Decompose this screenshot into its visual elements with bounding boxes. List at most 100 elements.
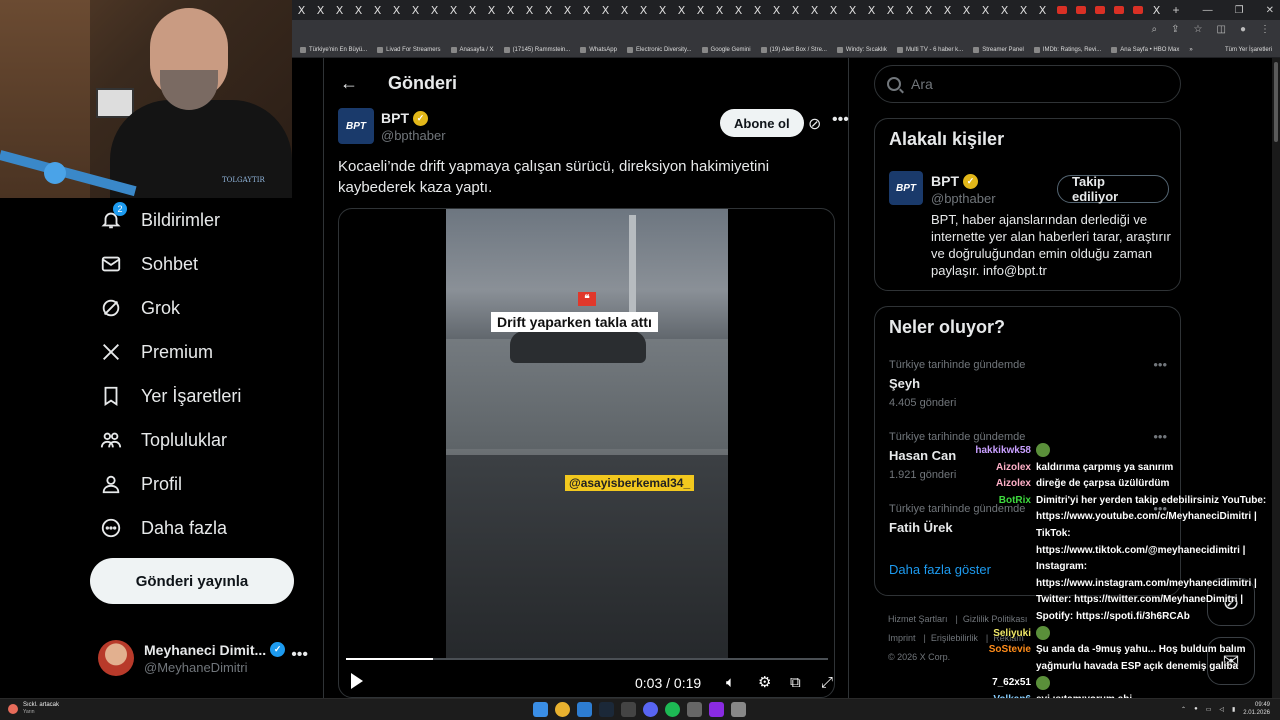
browser-tab[interactable]: X [596, 0, 615, 20]
pip-icon[interactable]: ⧉ [790, 673, 801, 691]
chrome-icon[interactable] [555, 702, 570, 717]
bookmark-item[interactable]: (19) Alert Box / Stre... [760, 46, 827, 53]
browser-tab[interactable]: X [881, 0, 900, 20]
browser-tab[interactable]: X [615, 0, 634, 20]
volume-icon[interactable]: ◁ [1219, 706, 1224, 713]
browser-tab[interactable]: X [729, 0, 748, 20]
author-avatar[interactable]: BPT [338, 108, 374, 144]
search-input[interactable] [911, 76, 1151, 92]
browser-tab[interactable]: X [425, 0, 444, 20]
share-icon[interactable]: ⇪ [1171, 24, 1179, 35]
bookmark-item[interactable]: Livad For Streamers [377, 46, 441, 53]
browser-tab[interactable]: X [995, 0, 1014, 20]
browser-tab[interactable]: X [957, 0, 976, 20]
battery-icon[interactable]: ▮ [1232, 706, 1235, 713]
browser-tab[interactable]: X [767, 0, 786, 20]
post-button[interactable]: Gönderi yayınla [90, 558, 294, 604]
search-box[interactable] [874, 65, 1181, 103]
browser-tab[interactable]: X [406, 0, 425, 20]
browser-tab[interactable]: X [748, 0, 767, 20]
spotify-icon[interactable] [665, 702, 680, 717]
nav-item-daha-fazla[interactable]: Daha fazla [90, 506, 300, 550]
nav-item-grok[interactable]: Grok [90, 286, 300, 330]
fullscreen-icon[interactable]: ⤢ [821, 673, 833, 691]
video-frame[interactable]: ❝ Drift yaparken takla attı @asayisberke… [446, 209, 728, 659]
app-icon[interactable] [687, 702, 702, 717]
star-icon[interactable]: ☆ [1194, 24, 1203, 35]
author-name[interactable]: BPT [381, 110, 409, 126]
browser-tab[interactable]: X [691, 0, 710, 20]
browser-tab[interactable] [1090, 0, 1109, 20]
browser-tab[interactable]: X [843, 0, 862, 20]
account-switcher[interactable]: Meyhaneci Dimit... ✓ @MeyhaneDimitri ••• [98, 636, 308, 680]
browser-tab[interactable]: X [862, 0, 881, 20]
browser-tab[interactable]: X [444, 0, 463, 20]
browser-tab[interactable]: X [1014, 0, 1033, 20]
bookmark-item[interactable]: WhatsApp [580, 46, 617, 53]
browser-tab[interactable]: X [330, 0, 349, 20]
new-tab-button[interactable]: + [1166, 3, 1186, 17]
nav-item-premium[interactable]: Premium [90, 330, 300, 374]
play-icon[interactable] [351, 673, 363, 689]
weather-widget[interactable]: Sıckl. artacak Yarın [8, 702, 59, 716]
browser-tab[interactable]: X [1147, 0, 1166, 20]
grok-icon[interactable]: ⊘ [808, 114, 821, 134]
discord-icon[interactable] [643, 702, 658, 717]
minimize-icon[interactable]: — [1203, 5, 1213, 16]
clock[interactable]: 09:49 2.01.2026 [1243, 701, 1270, 717]
author-handle[interactable]: @bpthaber [381, 128, 446, 143]
browser-tab[interactable]: X [349, 0, 368, 20]
related-avatar[interactable]: BPT [889, 171, 923, 205]
network-icon[interactable]: ▭ [1206, 706, 1212, 713]
close-icon[interactable]: ✕ [1266, 5, 1274, 16]
browser-tab[interactable] [1052, 0, 1071, 20]
bookmark-item[interactable]: Windy: Sıcaklık [836, 46, 887, 53]
zoom-icon[interactable]: ⌕ [1152, 24, 1158, 35]
app-icon[interactable] [621, 702, 636, 717]
bookmark-item[interactable]: (17145) Rammstein... [503, 46, 570, 53]
app-icon[interactable] [577, 702, 592, 717]
menu-icon[interactable]: ⋮ [1260, 24, 1270, 35]
browser-tab[interactable]: X [539, 0, 558, 20]
following-button[interactable]: Takip ediliyor [1057, 174, 1169, 204]
bookmark-item[interactable]: Electronic Diversity... [626, 46, 692, 53]
browser-tab[interactable]: X [1033, 0, 1052, 20]
browser-tab[interactable] [1071, 0, 1090, 20]
settings-icon[interactable]: ⚙︎ [758, 673, 771, 691]
video-progress-bar[interactable] [346, 658, 828, 660]
bookmark-item[interactable]: Streamer Panel [973, 46, 1024, 53]
profile-icon[interactable]: ● [1240, 24, 1246, 35]
app-icon[interactable] [731, 702, 746, 717]
more-options-icon[interactable]: ••• [832, 111, 849, 129]
browser-tab[interactable]: X [653, 0, 672, 20]
more-options-icon[interactable]: ••• [291, 646, 308, 664]
volume-icon[interactable]: 🔈︎ [726, 673, 735, 691]
bookmark-item[interactable]: IMDb: Ratings, Revi... [1033, 46, 1101, 53]
trend-more-icon[interactable]: ••• [1153, 429, 1167, 444]
browser-tab[interactable]: X [786, 0, 805, 20]
browser-tab[interactable]: X [463, 0, 482, 20]
video-player[interactable]: ❝ Drift yaparken takla attı @asayisberke… [338, 208, 835, 698]
bookmark-item[interactable]: Türkiye'nin En Büyü... [300, 46, 367, 53]
browser-tab[interactable]: X [558, 0, 577, 20]
browser-tab[interactable]: X [634, 0, 653, 20]
all-bookmarks-folder[interactable]: Tüm Yer İşaretleri [1225, 47, 1280, 53]
browser-tab[interactable]: X [387, 0, 406, 20]
extensions-icon[interactable]: ◫ [1217, 24, 1226, 35]
nav-item-yer-i-şaretleri[interactable]: Yer İşaretleri [90, 374, 300, 418]
bookmark-item[interactable]: Google Gemini [701, 46, 751, 53]
browser-tab[interactable] [1109, 0, 1128, 20]
browser-tab[interactable]: X [292, 0, 311, 20]
bookmarks-overflow-icon[interactable]: » [1189, 47, 1192, 53]
browser-tab[interactable]: X [976, 0, 995, 20]
bookmark-item[interactable]: Ana Sayfa • HBO Max [1111, 46, 1179, 53]
app-icon[interactable] [709, 702, 724, 717]
related-handle[interactable]: @bpthaber [931, 191, 996, 206]
maximize-icon[interactable]: ❐ [1235, 5, 1244, 16]
trend-more-icon[interactable]: ••• [1153, 357, 1167, 372]
browser-tab[interactable]: X [311, 0, 330, 20]
browser-tab[interactable]: X [805, 0, 824, 20]
browser-tab[interactable]: X [482, 0, 501, 20]
nav-item-sohbet[interactable]: Sohbet [90, 242, 300, 286]
bookmark-item[interactable]: Anasayfa / X [450, 46, 494, 53]
